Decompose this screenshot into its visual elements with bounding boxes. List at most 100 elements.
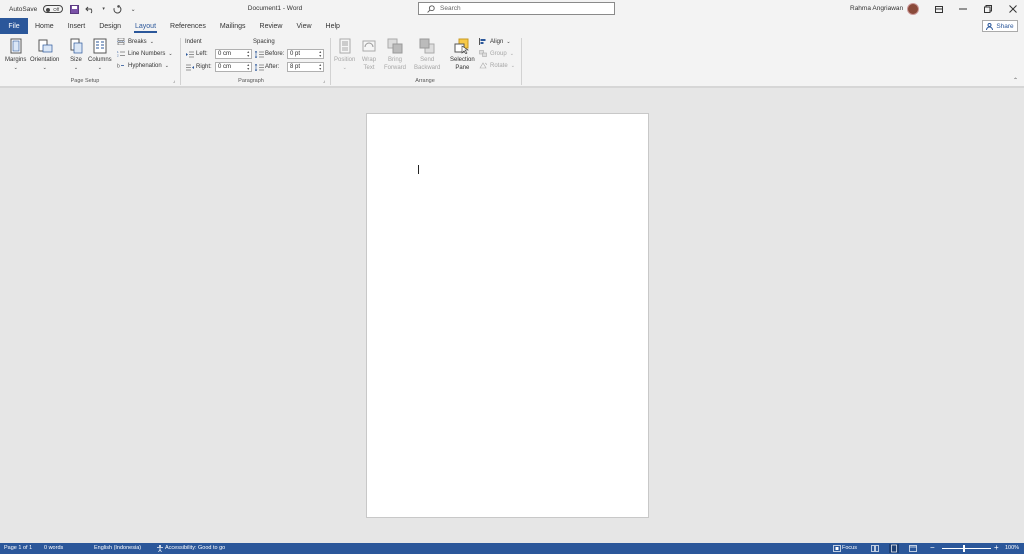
tab-review[interactable]: Review bbox=[253, 18, 290, 34]
bring-forward-button[interactable]: Bring Forward bbox=[384, 38, 406, 72]
wrap-text-button[interactable]: Wrap Text bbox=[361, 38, 377, 72]
save-icon[interactable] bbox=[69, 4, 79, 14]
size-button[interactable]: Size ⌄ bbox=[68, 38, 84, 72]
read-mode-icon[interactable] bbox=[871, 545, 879, 552]
wrap-text-icon bbox=[362, 40, 376, 52]
redo-icon[interactable] bbox=[112, 4, 122, 14]
margins-button[interactable]: Margins ⌄ bbox=[5, 38, 26, 72]
spinner-arrows-icon[interactable]: ▲ ▼ bbox=[247, 63, 250, 71]
close-icon[interactable] bbox=[1007, 3, 1019, 15]
collapse-ribbon-icon[interactable]: ⌃ bbox=[1013, 77, 1018, 84]
position-button[interactable]: Position ⌄ bbox=[334, 38, 355, 72]
send-backward-label-2: Backward bbox=[414, 65, 441, 71]
margins-label: Margins bbox=[5, 57, 27, 63]
tab-help[interactable]: Help bbox=[319, 18, 347, 34]
wrap-text-label-2: Text bbox=[363, 65, 375, 71]
rotate-button[interactable]: Rotate ⌄ bbox=[479, 62, 515, 69]
indent-left-field[interactable]: 0 cm ▲ ▼ bbox=[215, 49, 252, 59]
orientation-button[interactable]: Orientation ⌄ bbox=[30, 38, 59, 72]
page-count[interactable]: Page 1 of 1 bbox=[4, 545, 32, 551]
autosave-toggle[interactable]: Off bbox=[43, 5, 64, 13]
tab-view[interactable]: View bbox=[289, 18, 318, 34]
ribbon: Margins ⌄ Orientation ⌄ Size ⌄ Columns ⌄… bbox=[0, 34, 1024, 87]
zoom-out-icon[interactable]: − bbox=[930, 543, 935, 552]
page-setup-launcher-icon[interactable]: ⌟ bbox=[173, 78, 175, 84]
user-name[interactable]: Rahma Angriawan bbox=[850, 5, 903, 12]
web-layout-icon[interactable] bbox=[909, 545, 917, 552]
zoom-level[interactable]: 100% bbox=[1005, 545, 1019, 551]
tab-insert[interactable]: Insert bbox=[61, 18, 93, 34]
chevron-down-icon: ⌄ bbox=[510, 62, 515, 69]
spacing-after-icon bbox=[255, 64, 264, 71]
group-divider bbox=[521, 38, 522, 85]
chevron-down-icon: ⌄ bbox=[13, 65, 18, 71]
orientation-label: Orientation bbox=[30, 57, 60, 63]
accessibility-icon bbox=[157, 545, 163, 552]
spacing-label: Spacing bbox=[253, 39, 275, 45]
selection-pane-button[interactable]: Selection Pane bbox=[450, 38, 475, 72]
position-label: Position bbox=[334, 57, 356, 63]
breaks-button[interactable]: Breaks ⌄ bbox=[117, 38, 154, 45]
indent-right-field[interactable]: 0 cm ▲ ▼ bbox=[215, 62, 252, 72]
zoom-slider-thumb[interactable] bbox=[963, 545, 965, 552]
columns-button[interactable]: Columns ⌄ bbox=[88, 38, 112, 72]
indent-left-value: 0 cm bbox=[218, 51, 232, 57]
align-button[interactable]: Align ⌄ bbox=[479, 38, 511, 45]
spacing-before-label: Before: bbox=[265, 51, 285, 57]
chevron-down-icon: ⌄ bbox=[42, 65, 47, 71]
text-cursor bbox=[418, 165, 419, 174]
line-numbers-button[interactable]: 12 Line Numbers ⌄ bbox=[117, 50, 173, 57]
svg-text:2: 2 bbox=[117, 54, 119, 58]
spinner-arrows-icon[interactable]: ▲ ▼ bbox=[247, 50, 250, 58]
zoom-slider[interactable] bbox=[942, 548, 991, 549]
size-icon bbox=[70, 38, 83, 54]
rotate-label: Rotate bbox=[490, 62, 508, 69]
ribbon-display-options-icon[interactable] bbox=[933, 3, 945, 15]
share-button[interactable]: Share bbox=[982, 20, 1018, 32]
indent-right-icon bbox=[186, 64, 194, 71]
zoom-in-icon[interactable]: + bbox=[994, 543, 999, 552]
bring-forward-label-1: Bring bbox=[388, 57, 403, 63]
spacing-before-field[interactable]: 0 pt ▲ ▼ bbox=[287, 49, 324, 59]
search-box[interactable]: Search bbox=[418, 2, 615, 15]
minimize-icon[interactable] bbox=[957, 3, 969, 15]
hyphenation-button[interactable]: b Hyphenation ⌄ bbox=[117, 62, 169, 70]
print-layout-icon[interactable] bbox=[889, 544, 899, 553]
document-page[interactable] bbox=[366, 113, 649, 518]
spacing-after-field[interactable]: 8 pt ▲ ▼ bbox=[287, 62, 324, 72]
position-icon bbox=[339, 38, 351, 54]
focus-mode[interactable]: Focus bbox=[842, 545, 857, 551]
undo-icon[interactable] bbox=[85, 4, 95, 14]
language-status[interactable]: English (Indonesia) bbox=[94, 545, 141, 551]
chevron-down-icon: ⌄ bbox=[164, 62, 169, 69]
ribbon-tabs: File Home Insert Design Layout Reference… bbox=[0, 18, 1024, 34]
group-button[interactable]: Group ⌄ bbox=[479, 50, 514, 57]
send-backward-icon bbox=[419, 38, 435, 54]
spinner-arrows-icon[interactable]: ▲ ▼ bbox=[319, 50, 322, 58]
restore-icon[interactable] bbox=[982, 3, 994, 15]
tab-layout[interactable]: Layout bbox=[128, 18, 163, 34]
avatar[interactable] bbox=[907, 3, 919, 15]
accessibility-status[interactable]: Accessibility: Good to go bbox=[165, 545, 225, 551]
word-count[interactable]: 0 words bbox=[44, 545, 63, 551]
group-divider bbox=[180, 38, 181, 85]
word-window: AutoSave Off ▾ ⌄ Document1 - Word Search… bbox=[0, 0, 1024, 554]
tab-design[interactable]: Design bbox=[92, 18, 128, 34]
tab-references[interactable]: References bbox=[163, 18, 213, 34]
tab-mailings[interactable]: Mailings bbox=[213, 18, 253, 34]
undo-dropdown-icon[interactable]: ▾ bbox=[101, 4, 106, 14]
send-backward-button[interactable]: Send Backward bbox=[414, 38, 440, 72]
breaks-icon bbox=[117, 38, 125, 45]
paragraph-launcher-icon[interactable]: ⌟ bbox=[323, 78, 325, 84]
document-canvas bbox=[0, 87, 1024, 543]
spinner-arrows-icon[interactable]: ▲ ▼ bbox=[319, 63, 322, 71]
tab-file[interactable]: File bbox=[0, 18, 28, 34]
indent-right-label: Right: bbox=[196, 64, 212, 70]
share-label: Share bbox=[996, 22, 1014, 30]
customize-toolbar-icon[interactable]: ⌄ bbox=[128, 4, 138, 14]
paragraph-group-label: Paragraph bbox=[238, 78, 264, 84]
tab-home[interactable]: Home bbox=[28, 18, 61, 34]
bring-forward-label-2: Forward bbox=[384, 65, 407, 71]
align-icon bbox=[479, 38, 486, 45]
document-title: Document1 - Word bbox=[247, 5, 303, 12]
